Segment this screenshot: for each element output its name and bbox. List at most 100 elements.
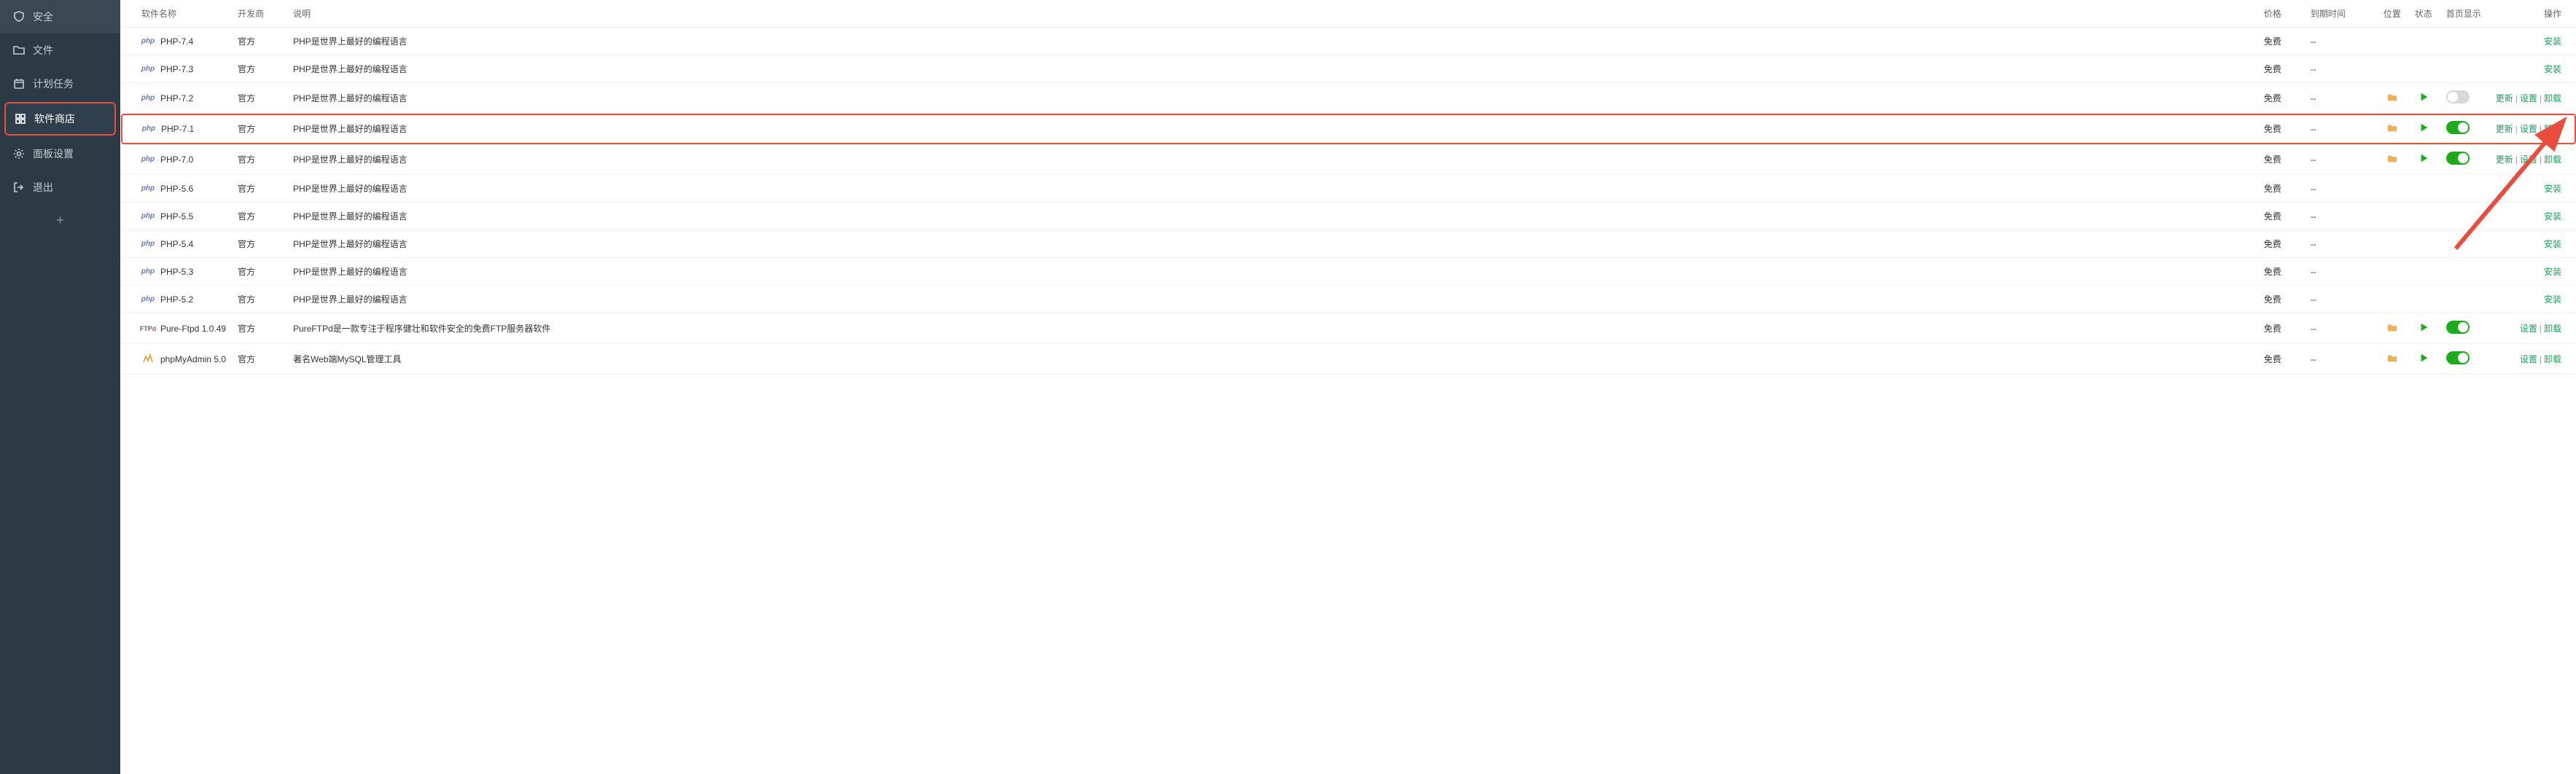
- table-row: phpPHP-7.3官方PHP是世界上最好的编程语言免费--安装: [121, 55, 2576, 83]
- expire-cell: --: [2305, 286, 2378, 313]
- expire-cell: --: [2305, 55, 2378, 83]
- php-logo-icon: php: [141, 295, 155, 303]
- expire-cell: --: [2305, 175, 2378, 203]
- sidebar-add-button[interactable]: +: [0, 204, 120, 237]
- description-cell: PHP是世界上最好的编程语言: [287, 203, 2258, 230]
- price-cell: 免费: [2258, 258, 2305, 286]
- action-安装[interactable]: 安装: [2544, 64, 2561, 74]
- php-logo-icon: php: [142, 125, 155, 133]
- action-安装[interactable]: 安装: [2544, 36, 2561, 47]
- home-display-toggle[interactable]: [2446, 121, 2470, 134]
- calendar-icon: [13, 78, 25, 90]
- description-cell: PHP是世界上最好的编程语言: [287, 83, 2258, 114]
- sidebar: 安全文件计划任务软件商店面板设置退出 +: [0, 0, 120, 774]
- developer-cell: 官方: [232, 258, 287, 286]
- header-location: 位置: [2378, 0, 2407, 28]
- home-display-toggle[interactable]: [2446, 321, 2470, 334]
- action-设置[interactable]: 设置: [2520, 124, 2537, 134]
- php-logo-icon: php: [141, 155, 155, 163]
- header-price: 价格: [2258, 0, 2305, 28]
- folder-icon[interactable]: [2387, 125, 2397, 135]
- sidebar-item-shield[interactable]: 安全: [0, 0, 120, 34]
- sidebar-item-label: 面板设置: [33, 146, 74, 161]
- price-cell: 免费: [2258, 83, 2305, 114]
- action-安装[interactable]: 安装: [2544, 267, 2561, 277]
- home-display-toggle[interactable]: [2446, 90, 2470, 103]
- play-icon[interactable]: [2419, 155, 2429, 165]
- folder-icon[interactable]: [2387, 324, 2397, 335]
- description-cell: PHP是世界上最好的编程语言: [287, 114, 2258, 144]
- description-cell: PHP是世界上最好的编程语言: [287, 230, 2258, 258]
- sidebar-item-label: 文件: [33, 43, 53, 58]
- software-name[interactable]: PHP-7.4: [160, 36, 193, 47]
- software-name[interactable]: PHP-5.3: [160, 267, 193, 277]
- software-name[interactable]: Pure-Ftpd 1.0.49: [160, 324, 226, 334]
- developer-cell: 官方: [232, 144, 287, 175]
- action-安装[interactable]: 安装: [2544, 239, 2561, 249]
- folder-icon[interactable]: [2387, 94, 2397, 104]
- play-icon[interactable]: [2419, 324, 2429, 335]
- sidebar-item-gear[interactable]: 面板设置: [0, 137, 120, 171]
- table-row: phpPHP-5.4官方PHP是世界上最好的编程语言免费--安装: [121, 230, 2576, 258]
- action-更新[interactable]: 更新: [2496, 155, 2513, 165]
- price-cell: 免费: [2258, 313, 2305, 344]
- action-卸载[interactable]: 卸载: [2544, 324, 2561, 334]
- php-logo-icon: php: [141, 240, 155, 248]
- action-安装[interactable]: 安装: [2544, 294, 2561, 305]
- header-status: 状态: [2407, 0, 2440, 28]
- software-name[interactable]: phpMyAdmin 5.0: [160, 354, 226, 364]
- sidebar-item-grid[interactable]: 软件商店: [4, 102, 116, 136]
- action-卸载[interactable]: 卸载: [2544, 354, 2561, 364]
- software-name[interactable]: PHP-5.6: [160, 184, 193, 194]
- action-安装[interactable]: 安装: [2544, 211, 2561, 222]
- action-设置[interactable]: 设置: [2520, 155, 2537, 165]
- home-display-toggle[interactable]: [2446, 152, 2470, 165]
- table-row: phpPHP-5.3官方PHP是世界上最好的编程语言免费--安装: [121, 258, 2576, 286]
- sidebar-item-exit[interactable]: 退出: [0, 171, 120, 204]
- phpmyadmin-logo-icon: [142, 352, 154, 366]
- table-row: phpPHP-5.5官方PHP是世界上最好的编程语言免费--安装: [121, 203, 2576, 230]
- action-设置[interactable]: 设置: [2520, 93, 2537, 103]
- play-icon[interactable]: [2419, 355, 2429, 365]
- php-logo-icon: php: [141, 267, 155, 275]
- software-name[interactable]: PHP-7.1: [161, 124, 194, 134]
- action-卸载[interactable]: 卸载: [2544, 93, 2561, 103]
- developer-cell: 官方: [232, 313, 287, 344]
- software-table: 软件名称 开发商 说明 价格 到期时间 位置 状态 首页显示 操作 phpPHP…: [120, 0, 2576, 375]
- developer-cell: 官方: [232, 83, 287, 114]
- sidebar-item-folder[interactable]: 文件: [0, 34, 120, 67]
- table-row: phpPHP-7.2官方PHP是世界上最好的编程语言免费--更新|设置|卸载: [121, 83, 2576, 114]
- description-cell: PureFTPd是一款专注于程序健壮和软件安全的免费FTP服务器软件: [287, 313, 2258, 344]
- grid-icon: [15, 113, 26, 125]
- action-更新[interactable]: 更新: [2496, 124, 2513, 134]
- expire-cell: --: [2305, 313, 2378, 344]
- header-operation: 操作: [2490, 0, 2576, 28]
- software-name[interactable]: PHP-7.0: [160, 155, 193, 165]
- action-设置[interactable]: 设置: [2520, 354, 2537, 364]
- action-安装[interactable]: 安装: [2544, 184, 2561, 194]
- action-卸载[interactable]: 卸载: [2544, 155, 2561, 165]
- table-row: phpMyAdmin 5.0官方著名Web端MySQL管理工具免费--设置|卸载: [121, 344, 2576, 375]
- main-content: 软件名称 开发商 说明 价格 到期时间 位置 状态 首页显示 操作 phpPHP…: [120, 0, 2576, 774]
- sidebar-item-calendar[interactable]: 计划任务: [0, 67, 120, 101]
- header-description: 说明: [287, 0, 2258, 28]
- action-设置[interactable]: 设置: [2520, 324, 2537, 334]
- software-name[interactable]: PHP-5.4: [160, 239, 193, 249]
- developer-cell: 官方: [232, 230, 287, 258]
- folder-icon[interactable]: [2387, 355, 2397, 365]
- expire-cell: --: [2305, 203, 2378, 230]
- action-更新[interactable]: 更新: [2496, 93, 2513, 103]
- price-cell: 免费: [2258, 344, 2305, 375]
- software-name[interactable]: PHP-7.2: [160, 93, 193, 103]
- play-icon[interactable]: [2419, 94, 2429, 104]
- action-卸载[interactable]: 卸载: [2544, 124, 2561, 134]
- php-logo-icon: php: [141, 212, 155, 220]
- software-name[interactable]: PHP-5.2: [160, 294, 193, 305]
- php-logo-icon: php: [141, 184, 155, 192]
- play-icon[interactable]: [2419, 125, 2429, 135]
- home-display-toggle[interactable]: [2446, 351, 2470, 364]
- folder-icon[interactable]: [2387, 155, 2397, 165]
- software-name[interactable]: PHP-7.3: [160, 64, 193, 74]
- software-name[interactable]: PHP-5.5: [160, 211, 193, 222]
- price-cell: 免费: [2258, 55, 2305, 83]
